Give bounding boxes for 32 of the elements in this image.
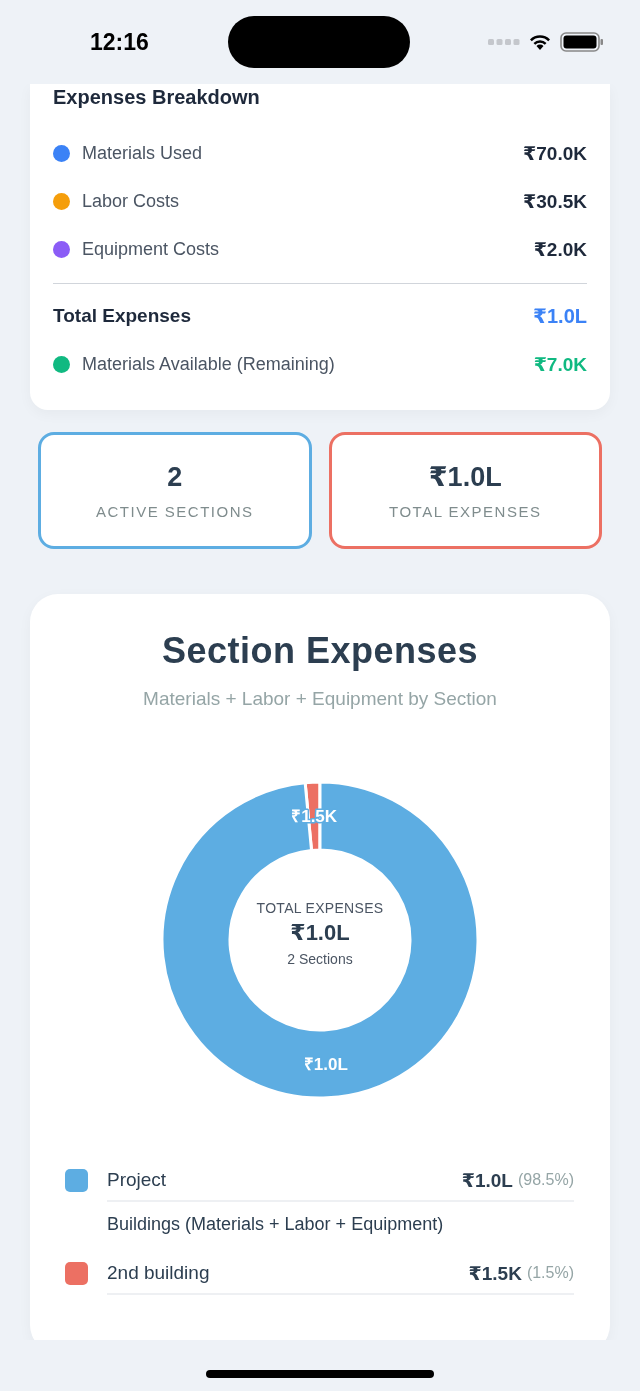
center-value: ₹1.0L	[290, 920, 350, 946]
card-subtitle: Materials + Labor + Equipment by Section	[143, 688, 497, 710]
stat-label: ACTIVE SECTIONS	[96, 502, 254, 520]
center-count: 2 Sections	[287, 951, 353, 967]
status-time: 12:16	[90, 28, 150, 56]
section-percent: (1.5%)	[526, 1264, 574, 1282]
remaining-value: ₹7.0K	[533, 352, 587, 376]
stat-label: TOTAL EXPENSES	[389, 503, 542, 520]
stat-value: 2	[167, 461, 183, 493]
card-title: Expenses Breakdown	[53, 86, 261, 109]
expense-label: Labor Costs	[82, 190, 180, 212]
stat-value: ₹1.0L	[428, 461, 502, 493]
expense-label: Materials Used	[82, 142, 203, 164]
section-amount: ₹1.5K	[468, 1261, 522, 1285]
section-name: Project	[107, 1169, 167, 1191]
total-label: Total Expenses	[53, 305, 191, 327]
slice-label: ₹1.0L	[303, 1054, 348, 1074]
remaining-label: Materials Available (Remaining)	[82, 353, 335, 375]
expense-label: Equipment Costs	[82, 238, 220, 260]
section-amount: ₹1.0L	[461, 1168, 513, 1192]
expense-value: ₹30.5K	[523, 189, 587, 213]
section-detail: Buildings (Materials + Labor + Equipment)	[107, 1214, 445, 1235]
wifi-icon	[528, 33, 552, 51]
card-title: Section Expenses	[161, 630, 479, 672]
signal-icon	[488, 38, 520, 46]
expense-value: ₹70.0K	[523, 141, 587, 165]
expense-value: ₹2.0K	[533, 237, 587, 261]
section-percent: (98.5%)	[517, 1171, 574, 1189]
section-name: 2nd building	[107, 1262, 210, 1284]
battery-icon	[560, 32, 604, 52]
total-value: ₹1.0L	[533, 304, 587, 328]
center-label: TOTAL EXPENSES	[256, 900, 384, 916]
